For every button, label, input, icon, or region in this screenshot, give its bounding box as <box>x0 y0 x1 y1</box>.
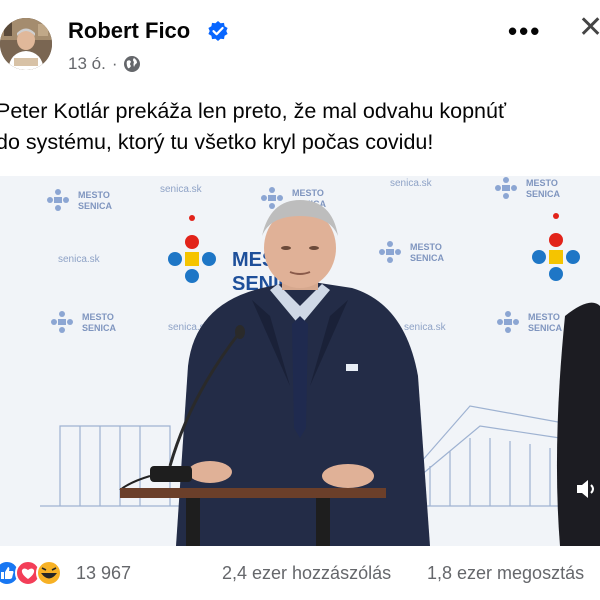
globe-icon <box>124 56 141 72</box>
reactions-icon-group[interactable] <box>0 560 72 586</box>
post-meta: 13 ó. · <box>68 54 141 74</box>
backdrop-brand-text: SENICA <box>526 189 561 199</box>
shares-count[interactable]: 1,8 ezer megosztás <box>427 563 584 584</box>
post-text: Peter Kotlár prekáža len preto, že mal o… <box>0 96 600 158</box>
backdrop-brand-text: MESTO <box>528 312 560 322</box>
close-icon[interactable]: ✕ <box>578 10 600 45</box>
post-time[interactable]: 13 ó. <box>68 54 106 74</box>
post-video[interactable]: senica.sk senica.sk senica.sk senica.sk seni… <box>0 176 600 546</box>
backdrop-brand-text: MESTO <box>410 242 442 252</box>
comments-count[interactable]: 2,4 ezer hozzászólás <box>222 563 391 584</box>
backdrop-brand-text: SENICA <box>82 323 117 333</box>
backdrop-brand-text: MESTO <box>82 312 114 322</box>
volume-icon[interactable] <box>574 476 600 502</box>
person-right <box>556 302 600 546</box>
verified-badge-icon <box>208 21 228 41</box>
post-header: Robert Fico 13 ó. · ••• ✕ <box>0 0 600 90</box>
backdrop-url-text: senica.sk <box>404 322 447 333</box>
meta-separator: · <box>111 54 118 73</box>
backdrop-brand-text: MESTO <box>78 190 110 200</box>
post-text-line: Peter Kotlár prekáža len preto, že mal o… <box>0 99 507 123</box>
backdrop-url-text: senica.sk <box>58 254 101 265</box>
backdrop-url-text: senica.sk <box>160 184 203 195</box>
author-avatar[interactable] <box>0 18 52 70</box>
more-options-icon[interactable]: ••• <box>508 16 541 47</box>
backdrop-url-text: senica.sk <box>390 178 433 189</box>
backdrop-brand-text: SENICA <box>528 323 563 333</box>
backdrop-brand-text: MESTO <box>526 178 558 188</box>
post-text-line: do systému, ktorý tu všetko kryl počas c… <box>0 130 434 154</box>
backdrop-brand-text: SENICA <box>78 201 113 211</box>
post-footer: 13 967 2,4 ezer hozzászólás 1,8 ezer meg… <box>0 556 600 592</box>
reaction-count[interactable]: 13 967 <box>76 563 131 584</box>
video-frame: senica.sksenica.sksenica.sksenica.skseni… <box>0 176 600 546</box>
author-name[interactable]: Robert Fico <box>68 18 190 44</box>
backdrop-brand-text: MESTO <box>292 188 324 198</box>
haha-reaction-icon <box>36 560 62 586</box>
backdrop-brand-text: SENICA <box>410 253 445 263</box>
